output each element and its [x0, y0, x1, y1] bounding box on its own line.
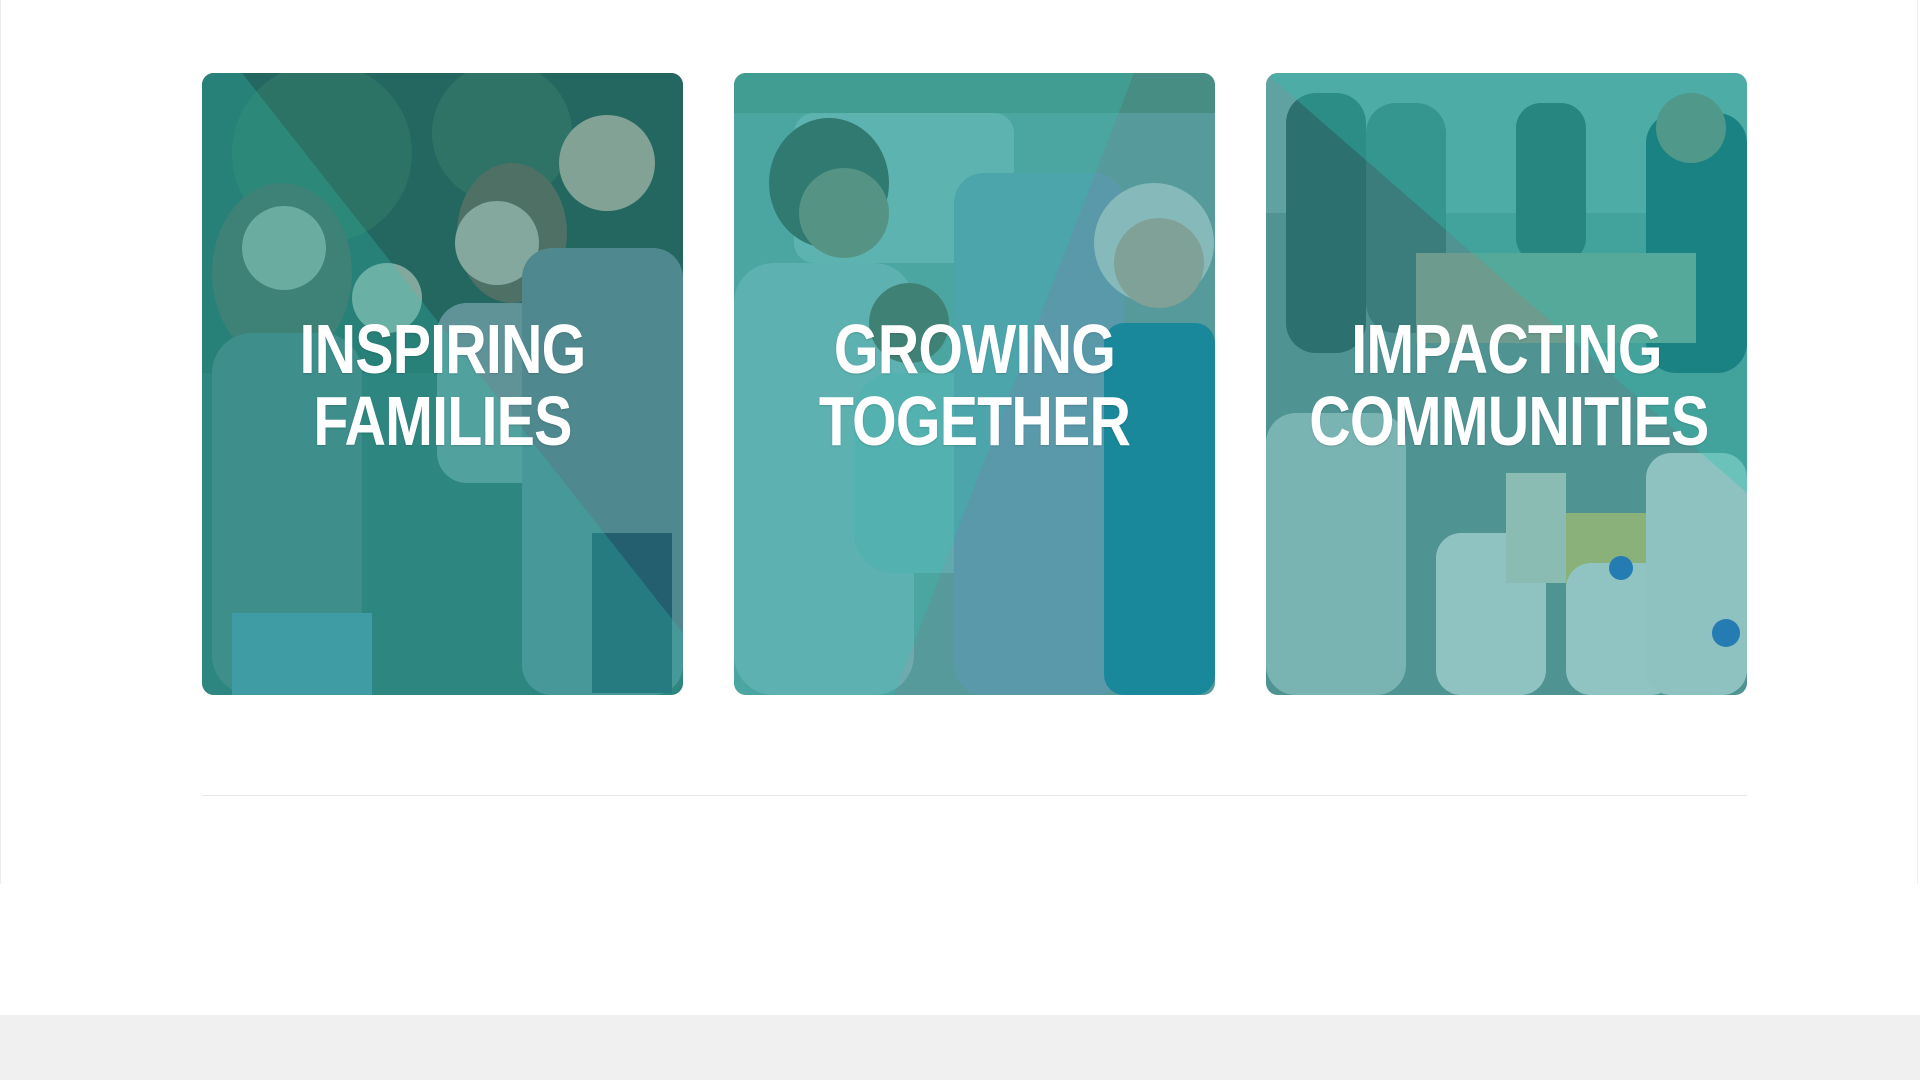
card-title-line1: GROWING — [833, 310, 1116, 388]
card-title: IMPACTING COMMUNITIES — [1309, 310, 1709, 460]
card-growing-together[interactable]: GROWING TOGETHER — [734, 73, 1215, 695]
card-impacting-communities[interactable]: IMPACTING COMMUNITIES — [1266, 73, 1747, 695]
card-title: GROWING TOGETHER — [777, 313, 1171, 457]
footer-band — [0, 1015, 1920, 1080]
card-title: INSPIRING FAMILIES — [245, 313, 639, 457]
card-title-line1: IMPACTING — [1351, 310, 1662, 388]
feature-cards: INSPIRING FAMILIES GROWING TOGETHER IMPA… — [202, 73, 1747, 695]
card-inspiring-families[interactable]: INSPIRING FAMILIES — [202, 73, 683, 695]
content-panel: INSPIRING FAMILIES GROWING TOGETHER IMPA… — [0, 0, 1918, 884]
section-divider — [202, 795, 1747, 796]
card-title-line1: INSPIRING — [299, 310, 586, 388]
card-title-line2: FAMILIES — [313, 382, 572, 460]
card-title-line2: COMMUNITIES — [1309, 382, 1709, 460]
card-title-line2: TOGETHER — [818, 382, 1131, 460]
page: INSPIRING FAMILIES GROWING TOGETHER IMPA… — [0, 0, 1920, 1080]
